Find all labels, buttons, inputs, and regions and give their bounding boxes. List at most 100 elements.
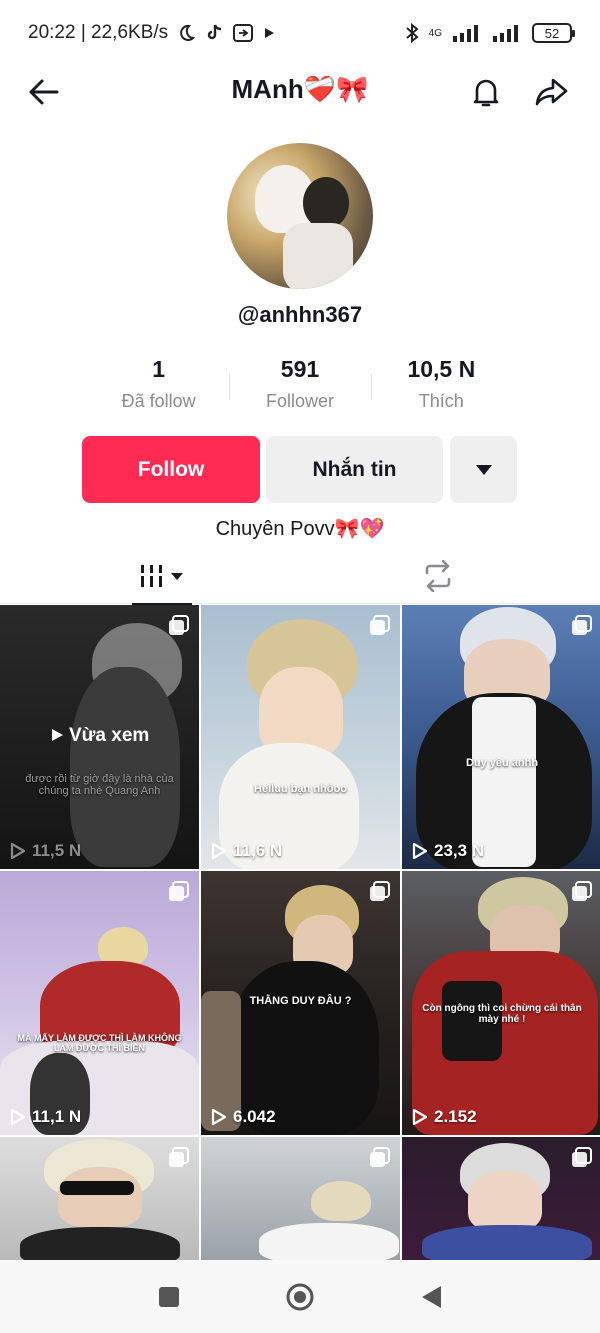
play-icon [211, 842, 227, 860]
video-figure [468, 1171, 542, 1231]
status-bar: 20:22 | 22,6KB/s 4G 52 [0, 0, 600, 66]
play-icon [51, 729, 63, 741]
recently-watched-label: Vừa xem [0, 725, 199, 747]
avatar-figure [283, 223, 353, 289]
tiktok-icon [204, 23, 224, 43]
repost-icon [425, 560, 451, 592]
notification-button[interactable] [464, 70, 508, 114]
multi-photo-icon [370, 881, 390, 901]
home-button[interactable] [285, 1282, 315, 1312]
signal-icon [452, 24, 482, 42]
share-button[interactable] [530, 70, 574, 114]
video-tile[interactable]: THẰNG DUY ĐÂU ? 6.042 [201, 871, 400, 1135]
multi-photo-icon [572, 1147, 592, 1167]
view-count: 11,6 N [211, 841, 282, 861]
avatar[interactable] [227, 143, 373, 289]
video-tile[interactable] [201, 1137, 400, 1260]
video-tile[interactable] [0, 1137, 199, 1260]
multi-photo-icon [169, 1147, 189, 1167]
video-caption: MÀ MẤY LÀM ĐƯỢC THÌ LÀM KHÔNG LÀM ĐƯỢC T… [17, 1033, 182, 1053]
video-tile[interactable]: Còn ngông thì coi chừng cái thân mày nhé… [402, 871, 600, 1135]
view-count: 6.042 [211, 1107, 276, 1127]
video-caption: được rồi từ giờ đây là nhà của chúng ta … [25, 773, 174, 797]
avatar-figure [303, 177, 349, 229]
bluetooth-icon [405, 22, 419, 44]
play-icon [10, 842, 26, 860]
moon-icon [176, 23, 196, 43]
more-options-button[interactable] [450, 436, 517, 503]
status-time: 20:22 | 22,6KB/s [28, 22, 169, 43]
play-icon [412, 1108, 428, 1126]
video-caption: Còn ngông thì coi chừng cái thân mày nhé… [422, 1003, 582, 1025]
play-store-icon [262, 26, 276, 40]
multi-photo-icon [169, 615, 189, 635]
multi-photo-icon [572, 881, 592, 901]
status-right: 4G 52 [405, 22, 575, 44]
bio: Chuyên Povv🎀💖 [215, 518, 385, 540]
follow-button[interactable]: Follow [82, 436, 260, 503]
play-icon [412, 842, 428, 860]
multi-photo-icon [169, 881, 189, 901]
video-tile[interactable]: MÀ MẤY LÀM ĐƯỢC THÌ LÀM KHÔNG LÀM ĐƯỢC T… [0, 871, 199, 1135]
stat-value: 10,5 N [407, 356, 476, 382]
video-figure [259, 1223, 399, 1260]
video-figure [70, 667, 180, 867]
stat-label: Follower [265, 391, 334, 411]
square-icon [159, 1287, 179, 1307]
view-count-text: 11,6 N [233, 841, 283, 860]
caret-down-icon [475, 464, 492, 475]
view-count-text: 6.042 [233, 1107, 276, 1126]
signal-icon-2 [492, 24, 522, 42]
app-box-icon [232, 23, 254, 43]
profile-header: MAnh❤️‍🩹🎀 [0, 66, 600, 118]
video-figure [60, 1181, 134, 1195]
profile-stats: 1 Đã follow 591 Follower 10,5 N Thích [88, 356, 512, 422]
view-count-text: 23,3 N [434, 841, 485, 860]
multi-photo-icon [572, 615, 592, 635]
grid-icon [139, 565, 183, 587]
play-icon [211, 1108, 227, 1126]
video-tile[interactable]: Helluu bạn nhôoo 11,6 N [201, 605, 400, 869]
video-tile[interactable]: Vừa xem được rồi từ giờ đây là nhà của c… [0, 605, 199, 869]
view-count: 2.152 [412, 1107, 477, 1127]
view-count: 11,1 N [10, 1107, 81, 1127]
stat-likes[interactable]: 10,5 N Thích [370, 356, 512, 422]
bell-icon [473, 79, 499, 107]
tab-reposts[interactable] [410, 548, 466, 604]
system-nav-bar [0, 1260, 600, 1333]
circle-icon [286, 1283, 314, 1311]
page-title: MAnh❤️‍🩹🎀 [231, 74, 369, 104]
watched-text: Vừa xem [68, 725, 150, 746]
video-grid: Vừa xem được rồi từ giờ đây là nhà của c… [0, 605, 600, 1260]
content-tabs [0, 548, 600, 605]
stat-followers[interactable]: 591 Follower [229, 356, 370, 422]
view-count: 11,5 N [10, 841, 81, 861]
view-count-text: 2.152 [434, 1107, 477, 1126]
triangle-back-icon [422, 1286, 441, 1308]
video-tile[interactable] [402, 1137, 600, 1260]
multi-photo-icon [370, 1147, 390, 1167]
video-caption: THẰNG DUY ĐÂU ? [249, 995, 352, 1007]
stat-following[interactable]: 1 Đã follow [88, 356, 229, 422]
share-icon [535, 78, 568, 106]
username: @anhhn367 [237, 302, 363, 327]
video-figure [20, 1227, 180, 1260]
video-figure [311, 1181, 371, 1221]
network-label: 4G [428, 27, 442, 39]
multi-photo-icon [370, 615, 390, 635]
video-caption: Helluu bạn nhôoo [254, 783, 347, 795]
tab-videos[interactable] [132, 548, 192, 605]
recents-button[interactable] [154, 1282, 184, 1312]
battery-level: 52 [544, 25, 560, 41]
back-nav-button[interactable] [416, 1282, 446, 1312]
stat-label: Đã follow [121, 391, 196, 411]
video-figure [58, 1167, 142, 1227]
view-count-text: 11,5 N [32, 841, 82, 860]
view-count-text: 11,1 N [32, 1107, 82, 1126]
view-count: 23,3 N [412, 841, 484, 861]
play-icon [10, 1108, 26, 1126]
message-button[interactable]: Nhắn tin [266, 436, 443, 503]
stat-value: 591 [280, 356, 320, 382]
video-figure [422, 1225, 592, 1260]
video-tile[interactable]: Duy yêu anhh 23,3 N [402, 605, 600, 869]
